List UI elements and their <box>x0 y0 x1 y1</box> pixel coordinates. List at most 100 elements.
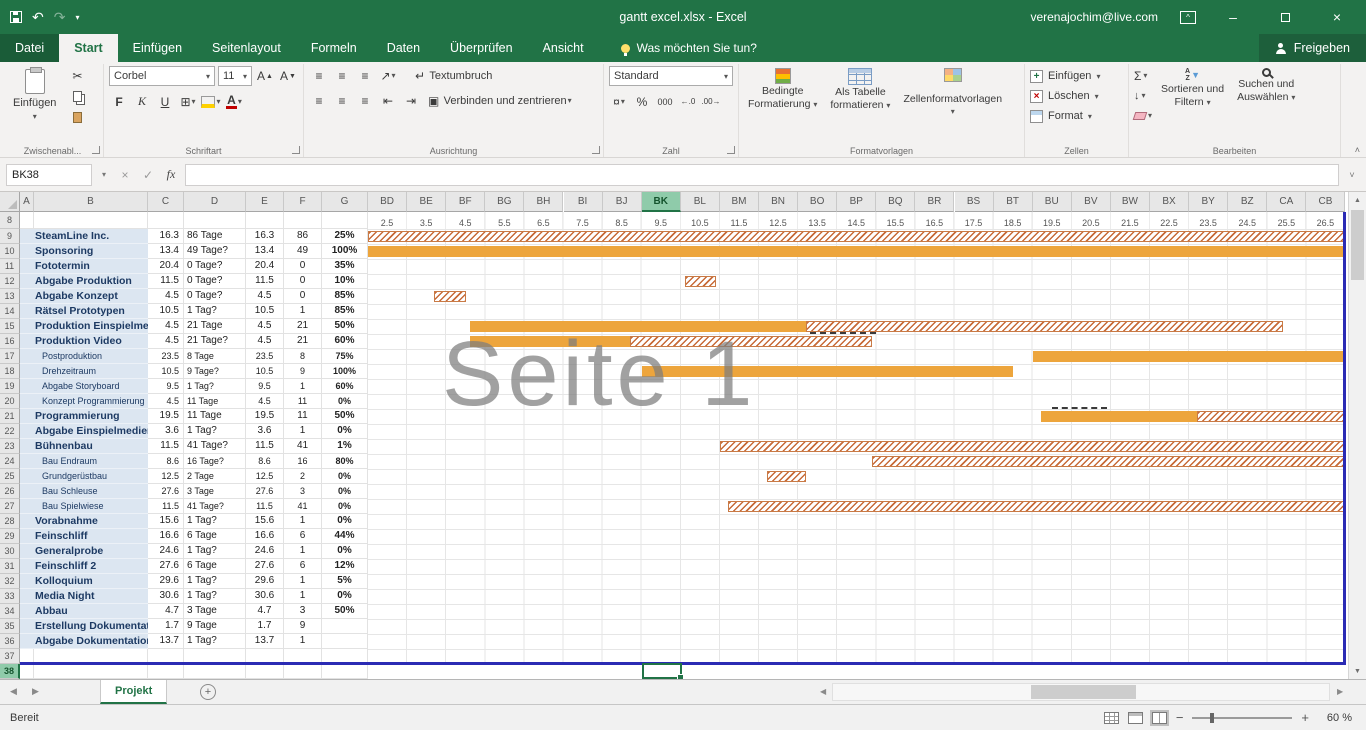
value-cell[interactable]: 19.5 <box>246 409 284 424</box>
value-cell[interactable]: 24.6 <box>148 544 184 559</box>
format-as-table-button[interactable]: Als Tabelle formatieren ▾ <box>826 66 894 142</box>
value-cell[interactable]: 21 Tage? <box>184 334 246 349</box>
value-cell[interactable]: 29.6 <box>246 574 284 589</box>
horizontal-scrollbar[interactable] <box>832 683 1330 701</box>
value-cell[interactable]: 1 Tag? <box>184 379 246 394</box>
fill-button[interactable]: ↓▾ <box>1134 86 1152 105</box>
value-cell[interactable]: 16.6 <box>246 529 284 544</box>
task-name-cell[interactable]: Abgabe Storyboard <box>20 379 148 394</box>
column-header-BE[interactable]: BE <box>407 192 446 212</box>
value-cell[interactable]: 23.5 <box>246 349 284 364</box>
autosum-button[interactable]: Σ▾ <box>1134 66 1152 85</box>
ribbon-tab-einfuegen[interactable]: Einfügen <box>118 34 197 62</box>
enter-formula-icon[interactable]: ✓ <box>139 168 157 182</box>
row-header-20[interactable]: 20 <box>0 394 20 409</box>
value-cell[interactable]: 3 Tage <box>184 484 246 499</box>
date-cell[interactable]: 23.5 <box>1189 212 1228 229</box>
row-header-17[interactable]: 17 <box>0 349 20 364</box>
value-cell[interactable]: 12.5 <box>148 469 184 484</box>
value-cell[interactable]: 13.7 <box>148 634 184 649</box>
value-cell[interactable]: 86 <box>284 229 322 244</box>
value-cell[interactable]: 60% <box>322 334 368 349</box>
value-cell[interactable]: 41 Tage? <box>184 439 246 454</box>
hscroll-right-icon[interactable]: ▶ <box>1337 687 1343 696</box>
task-name-cell[interactable]: Sponsoring <box>20 244 148 259</box>
insert-function-icon[interactable]: fx <box>162 167 180 182</box>
row-header-34[interactable]: 34 <box>0 604 20 619</box>
expand-formula-bar-icon[interactable]: ˅ <box>1344 170 1360 180</box>
value-cell[interactable]: 50% <box>322 604 368 619</box>
date-cell[interactable]: 11.5 <box>720 212 759 229</box>
value-cell[interactable]: 11.5 <box>148 439 184 454</box>
horizontal-scroll-thumb[interactable] <box>1031 685 1136 699</box>
value-cell[interactable]: 0 Tage? <box>184 259 246 274</box>
row-header-10[interactable]: 10 <box>0 244 20 259</box>
formula-input[interactable] <box>185 164 1339 186</box>
empty-cell[interactable] <box>34 664 148 679</box>
value-cell[interactable]: 27.6 <box>148 559 184 574</box>
task-name-cell[interactable]: SteamLine Inc. <box>20 229 148 244</box>
row-header-33[interactable]: 33 <box>0 589 20 604</box>
value-cell[interactable]: 27.6 <box>246 559 284 574</box>
value-cell[interactable]: 1 <box>284 634 322 649</box>
vertical-scroll-thumb[interactable] <box>1351 210 1364 280</box>
value-cell[interactable]: 1 Tag? <box>184 304 246 319</box>
row-header-8[interactable]: 8 <box>0 212 20 229</box>
empty-cell[interactable] <box>20 212 34 229</box>
wrap-text-button[interactable]: ↵ Textumbruch <box>415 66 492 85</box>
value-cell[interactable]: 15.6 <box>148 514 184 529</box>
row-header-28[interactable]: 28 <box>0 514 20 529</box>
value-cell[interactable]: 10% <box>322 274 368 289</box>
column-header-BI[interactable]: BI <box>564 192 603 212</box>
column-header-BD[interactable]: BD <box>368 192 407 212</box>
find-select-button[interactable]: Suchen und Auswählen ▾ <box>1233 66 1299 142</box>
underline-button[interactable]: U <box>155 92 175 111</box>
decrease-decimal-button[interactable]: .00→ <box>701 92 721 111</box>
row-header-24[interactable]: 24 <box>0 454 20 469</box>
value-cell[interactable]: 13.4 <box>148 244 184 259</box>
date-cell[interactable]: 18.5 <box>994 212 1033 229</box>
row-header-15[interactable]: 15 <box>0 319 20 334</box>
value-cell[interactable]: 3.6 <box>246 424 284 439</box>
value-cell[interactable]: 41 Tage? <box>184 499 246 514</box>
task-name-cell[interactable]: Media Night <box>20 589 148 604</box>
task-name-cell[interactable]: Postproduktion <box>20 349 148 364</box>
value-cell[interactable]: 1 Tag? <box>184 514 246 529</box>
row-header-22[interactable]: 22 <box>0 424 20 439</box>
empty-cell[interactable] <box>148 664 184 679</box>
dialog-launcher-icon[interactable] <box>292 146 300 154</box>
customize-quick-access-icon[interactable]: ▾ <box>75 13 79 22</box>
value-cell[interactable]: 9 Tage <box>184 619 246 634</box>
value-cell[interactable] <box>322 634 368 649</box>
sheet-tab-projekt[interactable]: Projekt <box>100 680 167 704</box>
select-all-corner[interactable] <box>0 192 20 212</box>
value-cell[interactable]: 27.6 <box>148 484 184 499</box>
task-name-cell[interactable]: Produktion Einspielmedien <box>20 319 148 334</box>
value-cell[interactable]: 50% <box>322 319 368 334</box>
row-header-9[interactable]: 9 <box>0 229 20 244</box>
font-color-button[interactable]: A▾ <box>224 92 244 111</box>
value-cell[interactable]: 3 <box>284 604 322 619</box>
task-name-cell[interactable]: Erstellung Dokumentation <box>20 619 148 634</box>
align-right-button[interactable]: ≡ <box>355 91 375 110</box>
date-cell[interactable]: 4.5 <box>446 212 485 229</box>
currency-format-button[interactable]: ¤▾ <box>609 92 629 111</box>
scroll-up-icon[interactable]: ▲ <box>1349 192 1366 208</box>
row-header-25[interactable]: 25 <box>0 469 20 484</box>
value-cell[interactable]: 21 <box>284 334 322 349</box>
add-sheet-button[interactable]: + <box>200 684 216 700</box>
value-cell[interactable]: 8 <box>284 349 322 364</box>
column-header-BU[interactable]: BU <box>1033 192 1072 212</box>
value-cell[interactable]: 16.6 <box>148 529 184 544</box>
value-cell[interactable]: 16 Tage? <box>184 454 246 469</box>
value-cell[interactable]: 80% <box>322 454 368 469</box>
date-cell[interactable]: 2.5 <box>368 212 407 229</box>
task-name-cell[interactable]: Bühnenbau <box>20 439 148 454</box>
value-cell[interactable]: 35% <box>322 259 368 274</box>
row-header-31[interactable]: 31 <box>0 559 20 574</box>
increase-decimal-button[interactable]: ←.0 <box>678 92 698 111</box>
value-cell[interactable]: 85% <box>322 289 368 304</box>
value-cell[interactable]: 19.5 <box>148 409 184 424</box>
task-name-cell[interactable]: Grundgerüstbau <box>20 469 148 484</box>
sheet-nav-right-icon[interactable]: ▶ <box>32 686 39 697</box>
